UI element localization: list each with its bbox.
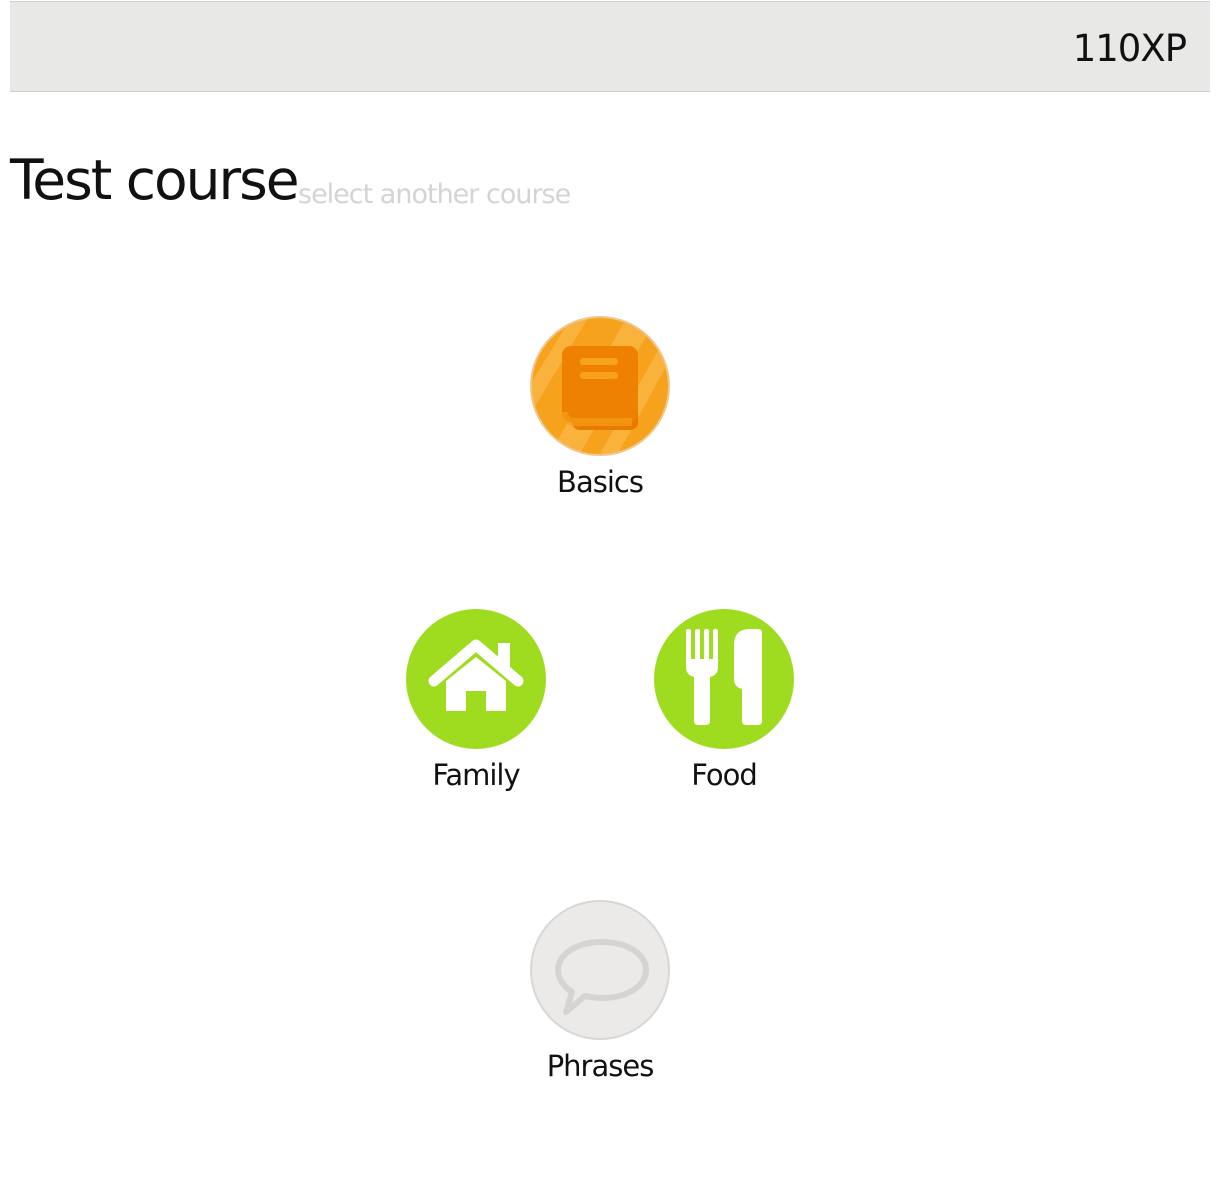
select-another-course-link[interactable]: select another course [298,181,571,208]
skill-basics-badge[interactable] [530,316,670,456]
skill-food-badge[interactable] [654,609,794,749]
skill-basics[interactable]: Basics [525,316,675,499]
xp-counter: 110XP [1072,27,1187,70]
skill-family-badge[interactable] [406,609,546,749]
course-title: Test course [10,148,300,212]
skill-phrases-badge[interactable] [530,900,670,1040]
fork-knife-icon [686,629,762,725]
speech-bubble-icon [555,939,649,1015]
skill-phrases[interactable]: Phrases [525,900,675,1083]
skill-family-label: Family [432,758,520,792]
skill-food[interactable]: Food [649,609,799,792]
skill-basics-label: Basics [557,465,644,499]
skill-family[interactable]: Family [401,609,551,792]
top-bar: 110XP [10,1,1210,92]
house-icon [428,639,524,711]
skill-phrases-label: Phrases [546,1049,655,1083]
skill-food-label: Food [691,758,758,792]
book-icon [532,318,668,454]
